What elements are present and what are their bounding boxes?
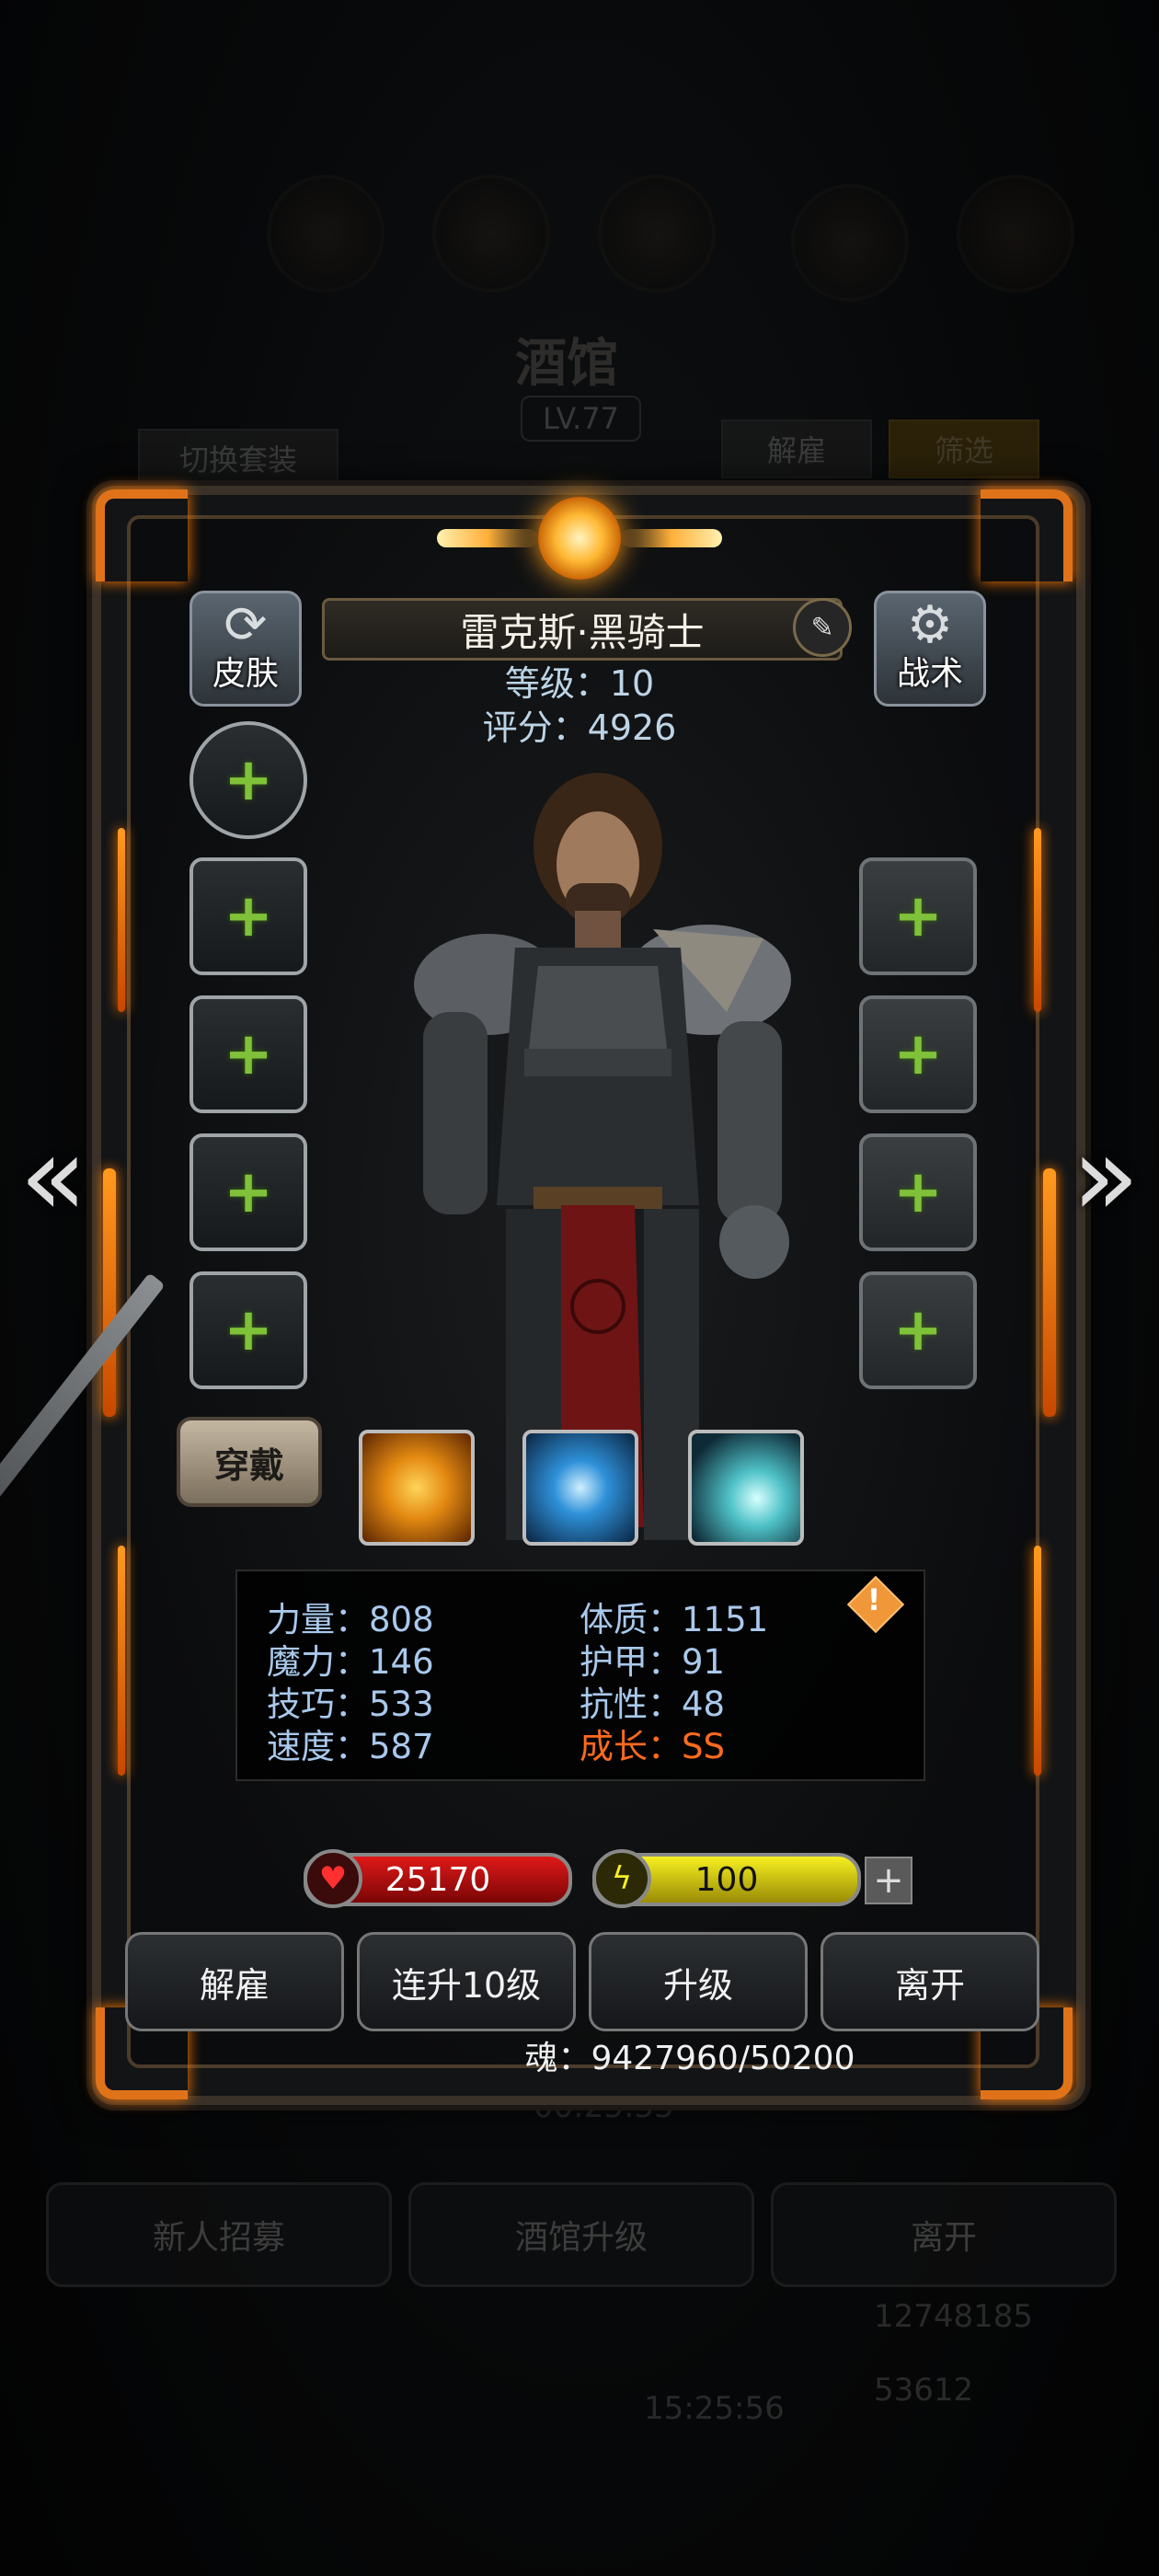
crest-wing [621,529,722,547]
heart-icon: ♥ [304,1849,362,1908]
prev-hero-arrow-icon[interactable]: « [17,1113,90,1242]
add-rune-icon: + [893,882,943,950]
stat-speed: 速度：587 [267,1727,434,1766]
gear-icon: ⚙ [906,595,954,655]
frame-glow-right-upper [1034,828,1041,1012]
frame-corner [981,489,1073,581]
skin-label: 皮肤 [212,654,279,693]
frame-glow-left-lower [118,1546,125,1776]
lightning-icon: ϟ [592,1849,651,1908]
frame-glow-right [1043,1168,1056,1417]
slash-skill-icon[interactable] [688,1430,804,1546]
add-energy-button[interactable]: + [865,1857,912,1904]
hero-level: 等级：10 [504,663,655,704]
level-up-10-button[interactable]: 连升10级 [357,1932,576,2031]
hero-name: 雷克斯·黑骑士 [322,598,843,661]
weapon-slot[interactable]: + [189,857,307,975]
frame-glow-left [103,1168,116,1417]
stat-growth: 成长：SS [580,1727,725,1766]
rune-slot-4[interactable]: + [859,1271,977,1389]
add-rune-icon: + [893,1158,943,1226]
edit-name-icon[interactable]: ✎ [793,598,852,657]
upgrade-button[interactable]: 升级 [589,1932,808,2031]
eye-skill-icon[interactable] [522,1430,638,1546]
rune-slot-3[interactable]: + [859,1133,977,1251]
next-hero-arrow-icon[interactable]: » [1069,1113,1142,1242]
shield-skill-icon[interactable] [359,1430,475,1546]
hero-score: 评分：4926 [482,707,677,748]
leave-button[interactable]: 离开 [820,1932,1039,2031]
skin-button[interactable]: ⟳ 皮肤 [189,591,302,707]
frame-corner [96,489,188,581]
ring-slot-2[interactable]: + [189,1271,307,1389]
ring-slot-1[interactable]: + [189,1133,307,1251]
add-weapon-icon: + [224,746,273,814]
add-ring-icon: + [224,1296,273,1364]
add-rune-icon: + [893,1020,943,1088]
dismiss-button[interactable]: 解雇 [125,1932,344,2031]
armor-slot[interactable]: + [189,995,307,1113]
crest-emblem-icon [538,497,621,580]
frame-crest [432,497,727,580]
tactics-button[interactable]: ⚙ 战术 [874,591,986,707]
add-armor-icon: + [224,1020,273,1088]
frame-glow-left-upper [118,828,125,1012]
soul-counter: 魂：9427960/50200 [524,2040,855,2077]
info-warning-glyph: ! [866,1582,881,1617]
weapon-slot-round[interactable]: + [189,721,307,839]
shirt-icon: ⟳ [224,595,268,655]
rune-slot-2[interactable]: + [859,995,977,1113]
frame-glow-right-lower [1034,1546,1041,1776]
rune-slot-1[interactable]: + [859,857,977,975]
add-ring-icon: + [224,1158,273,1226]
add-rune-icon: + [893,1296,943,1364]
wear-button[interactable]: 穿戴 [177,1417,322,1507]
crest-wing [437,529,538,547]
tactics-label: 战术 [896,654,963,693]
add-sword-icon: + [224,882,273,950]
